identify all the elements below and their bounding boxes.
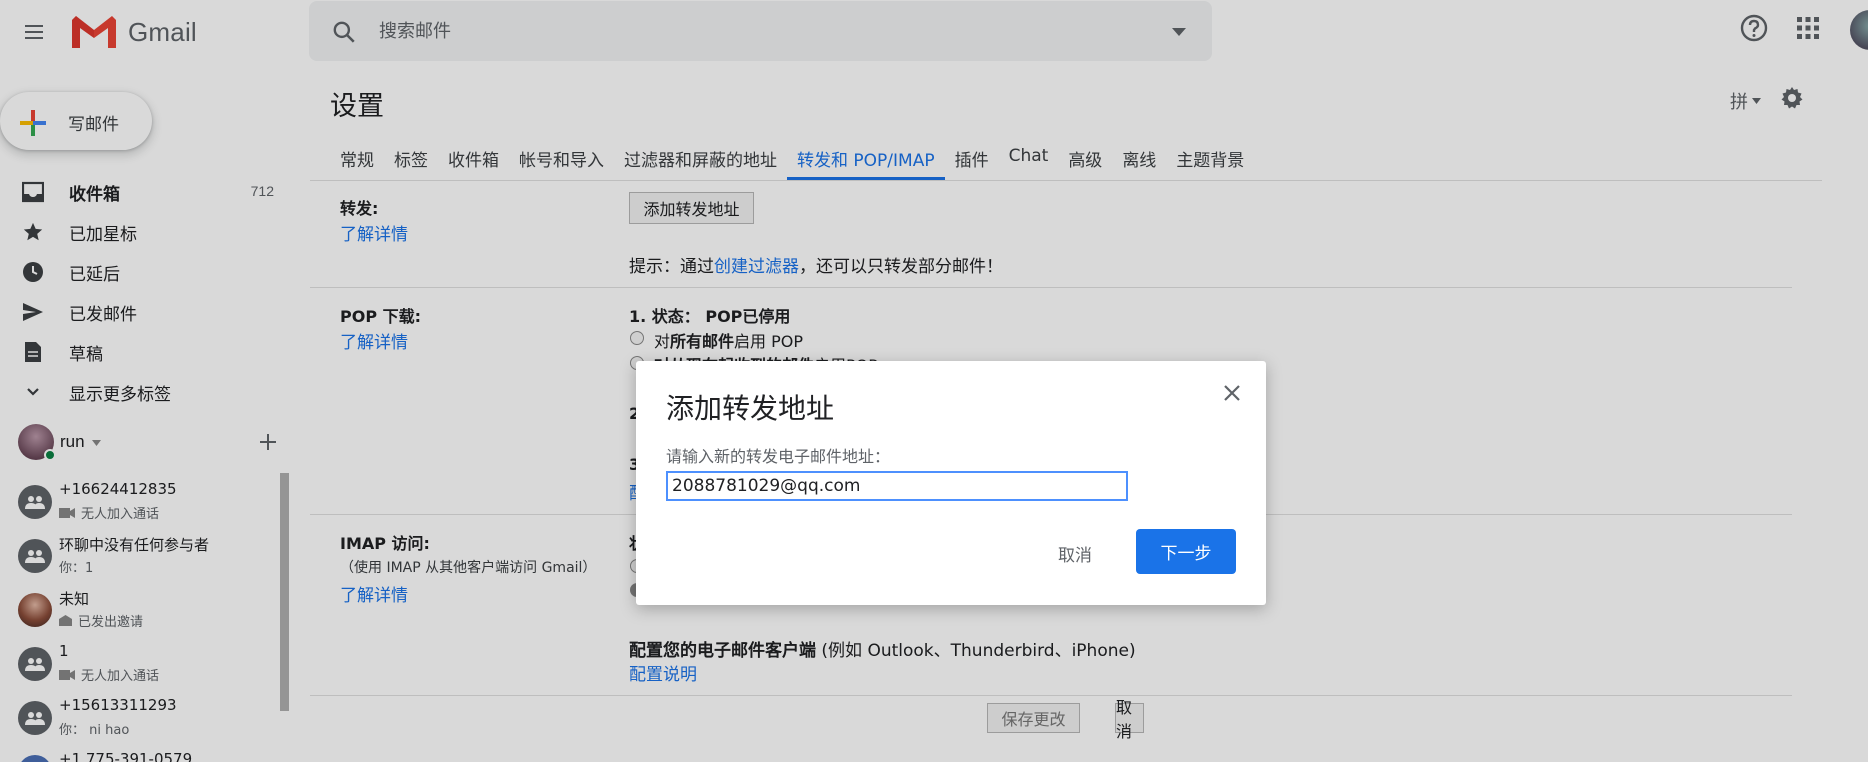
dialog-cancel-button[interactable]: 取消	[1058, 541, 1092, 566]
dialog-next-button[interactable]: 下一步	[1136, 529, 1236, 574]
dialog-prompt: 请输入新的转发电子邮件地址：	[666, 447, 891, 466]
close-icon[interactable]	[1222, 383, 1242, 403]
dialog-title: 添加转发地址	[666, 392, 835, 425]
forwarding-email-input[interactable]	[666, 471, 1128, 501]
add-forwarding-dialog: 添加转发地址 请输入新的转发电子邮件地址： 取消 下一步	[636, 361, 1266, 605]
